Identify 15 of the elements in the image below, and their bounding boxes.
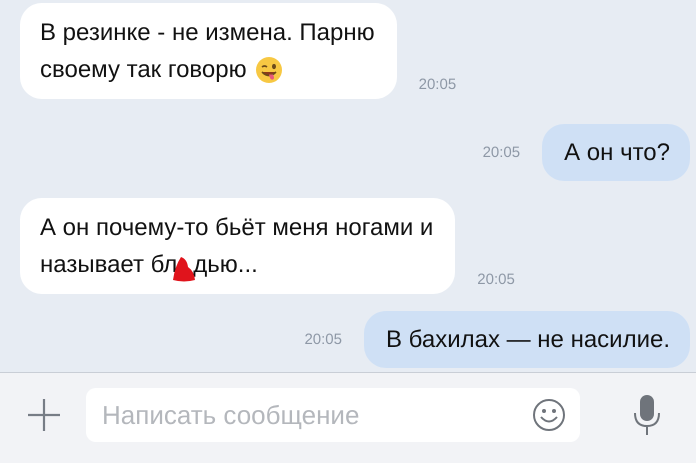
message-text: В резинке - не измена. Парню (40, 18, 375, 48)
message-text: А он что? (564, 138, 670, 168)
add-button[interactable] (26, 397, 62, 433)
message-time: 20:05 (477, 271, 515, 290)
message-time: 20:05 (304, 331, 342, 350)
smiley-icon[interactable] (532, 398, 566, 432)
message-text: А он почему-то бьёт меня ногами и (40, 213, 434, 243)
microphone-icon[interactable] (632, 393, 662, 437)
message-time: 20:05 (482, 144, 520, 163)
message-text: называет бл (40, 250, 178, 280)
message-text: дью... (193, 250, 258, 280)
message-input-field[interactable]: Написать сообщение (86, 388, 580, 442)
message-text: своему так говорю (40, 55, 247, 85)
message-time: 20:05 (418, 76, 456, 95)
message-text: В бахилах — не насилие. (386, 325, 670, 355)
